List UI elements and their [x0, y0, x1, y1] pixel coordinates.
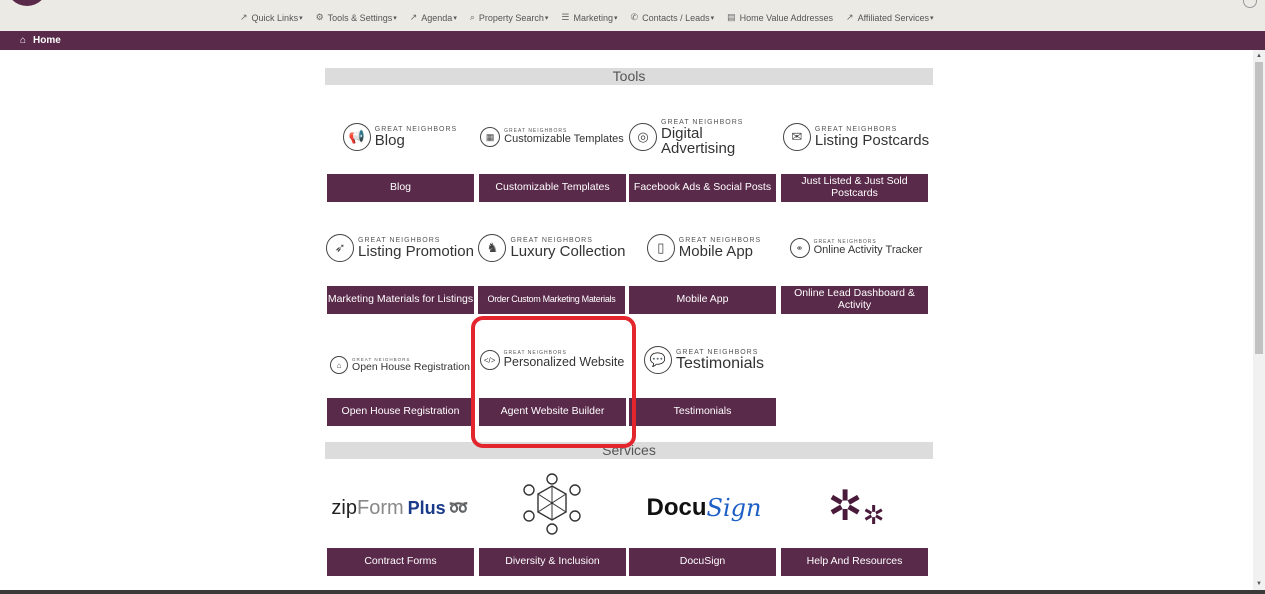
- mobile-app-logo[interactable]: ▯ GREAT NEIGHBORS Mobile App: [629, 228, 779, 268]
- nav-tools-settings[interactable]: ⚙ Tools & Settings ▾: [316, 12, 397, 23]
- diversity-inclusion-button[interactable]: Diversity & Inclusion: [479, 548, 626, 576]
- scroll-up-arrow-icon[interactable]: ▲: [1255, 52, 1263, 60]
- testimonials-logo[interactable]: 💬 GREAT NEIGHBORS Testimonials: [629, 340, 779, 380]
- target-icon: ◎: [629, 123, 657, 151]
- highlight-annotation: [471, 316, 636, 448]
- nav-agenda[interactable]: ↗ Agenda ▾: [410, 12, 457, 23]
- postcards-button[interactable]: Just Listed & Just Sold Postcards: [781, 174, 928, 202]
- open-house-icon: ⌂: [330, 356, 349, 374]
- marketing-materials-button[interactable]: Marketing Materials for Listings: [327, 286, 474, 314]
- listing-promotion-logo[interactable]: ➶ GREAT NEIGHBORS Listing Promotion: [325, 228, 475, 268]
- listing-postcards-logo[interactable]: ✉ GREAT NEIGHBORS Listing Postcards: [781, 117, 931, 157]
- online-activity-tracker-logo[interactable]: ⚭ GREAT NEIGHBORS Online Activity Tracker: [781, 228, 931, 268]
- external-link-icon: ↗: [240, 12, 248, 22]
- user-menu-icon[interactable]: [1243, 0, 1257, 8]
- online-lead-dashboard-button[interactable]: Online Lead Dashboard & Activity: [781, 286, 928, 314]
- scroll-down-arrow-icon[interactable]: ▼: [1255, 580, 1263, 588]
- chess-icon: ♞: [478, 234, 507, 262]
- help-resources-button[interactable]: Help And Resources: [781, 548, 928, 576]
- phone-icon: ✆: [630, 12, 639, 22]
- diversity-network-icon: [523, 473, 581, 535]
- vertical-scrollbar[interactable]: ▲ ▼: [1253, 50, 1265, 590]
- document-icon: ▤: [727, 12, 736, 22]
- scroll-thumb[interactable]: [1255, 62, 1263, 354]
- docusign-logo[interactable]: Docu Sign: [629, 478, 779, 538]
- activity-icon: ⚭: [789, 238, 810, 258]
- search-icon: ⌕: [469, 12, 475, 22]
- external-link-icon: ↗: [846, 12, 854, 22]
- diversity-inclusion-logo[interactable]: [477, 473, 627, 535]
- testimonials-button[interactable]: Testimonials: [629, 398, 776, 426]
- tools-section-header: Tools: [325, 68, 933, 85]
- open-house-registration-button[interactable]: Open House Registration: [327, 398, 474, 426]
- digital-advertising-logo[interactable]: ◎ GREAT NEIGHBORS Digital Advertising: [629, 117, 779, 157]
- customizable-templates-logo[interactable]: ▦ GREAT NEIGHBORS Customizable Templates: [477, 117, 627, 157]
- customizable-templates-button[interactable]: Customizable Templates: [479, 174, 626, 202]
- external-link-icon: ↗: [409, 12, 418, 22]
- top-nav-bar: ↗ Quick Links ▾ ⚙ Tools & Settings ▾ ↗ Agenda…: [0, 0, 1265, 31]
- mobile-app-button[interactable]: Mobile App: [629, 286, 776, 314]
- breadcrumb-bar: ⌂ Home: [0, 31, 1265, 50]
- home-icon: ⌂: [20, 35, 27, 46]
- nav-home-value-addresses[interactable]: ▤ Home Value Addresses: [727, 12, 833, 23]
- open-house-registration-logo[interactable]: ⌂ GREAT NEIGHBORS Open House Registration: [325, 345, 475, 385]
- docusign-button[interactable]: DocuSign: [629, 548, 776, 576]
- paper-plane-icon: ➶: [326, 234, 355, 262]
- nav-contacts-leads[interactable]: ✆ Contacts / Leads ▾: [631, 12, 715, 23]
- order-custom-marketing-button[interactable]: Order Custom Marketing Materials: [478, 286, 625, 314]
- nav-marketing[interactable]: ☰ Marketing ▾: [561, 12, 617, 23]
- breadcrumb-home[interactable]: ⌂ Home: [20, 35, 61, 46]
- megaphone-icon: 📢: [342, 123, 371, 151]
- gear-small-icon: ✲: [862, 499, 885, 530]
- nav-quick-links[interactable]: ↗ Quick Links ▾: [240, 12, 303, 23]
- gears-icon: ⚙: [315, 12, 324, 22]
- zipform-swirl-icon: ➿: [448, 500, 469, 517]
- blog-logo[interactable]: 📢 GREAT NEIGHBORS Blog: [325, 117, 475, 157]
- list-icon: ☰: [561, 12, 570, 22]
- brand-logo[interactable]: [6, 0, 48, 6]
- postcard-icon: ✉: [782, 123, 811, 151]
- contract-forms-button[interactable]: Contract Forms: [327, 548, 474, 576]
- luxury-collection-logo[interactable]: ♞ GREAT NEIGHBORS Luxury Collection: [477, 228, 627, 268]
- zipform-plus-logo[interactable]: zip Form Plus ➿: [325, 478, 475, 538]
- blog-button[interactable]: Blog: [327, 174, 474, 202]
- footer-bar: [0, 590, 1265, 594]
- nav-property-search[interactable]: ⌕ Property Search ▾: [470, 12, 549, 23]
- mobile-icon: ▯: [646, 234, 675, 262]
- nav-affiliated-services[interactable]: ↗ Affiliated Services ▾: [846, 12, 933, 23]
- main-nav: ↗ Quick Links ▾ ⚙ Tools & Settings ▾ ↗ Agenda…: [240, 12, 946, 23]
- templates-icon: ▦: [480, 127, 501, 147]
- help-resources-logo[interactable]: ✲ ✲: [781, 475, 931, 535]
- facebook-ads-button[interactable]: Facebook Ads & Social Posts: [629, 174, 776, 202]
- chat-icon: 💬: [643, 346, 672, 374]
- gear-icon: ✲: [827, 481, 863, 529]
